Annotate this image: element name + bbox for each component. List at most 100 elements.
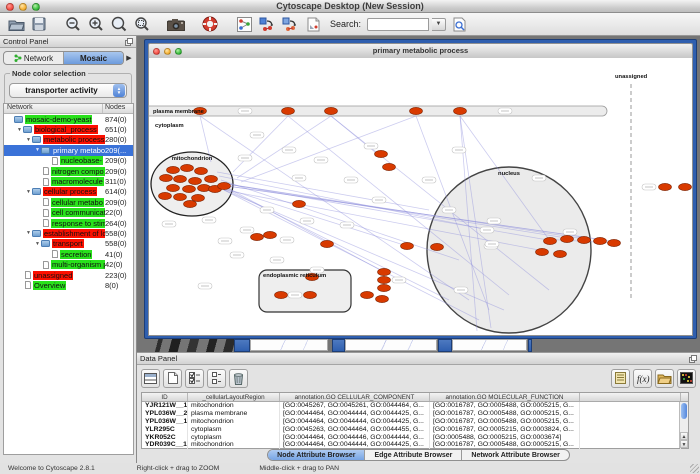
network-node[interactable] — [205, 175, 218, 182]
table-row[interactable]: YJR121W__1mitochondrion[GO:0045267, GO:0… — [142, 402, 688, 410]
unselect-attributes-button[interactable] — [207, 369, 226, 388]
tab-edge-attribute-browser[interactable]: Edge Attribute Browser — [365, 450, 462, 460]
network-node[interactable] — [304, 291, 317, 298]
plasma-membrane-region[interactable] — [149, 106, 607, 116]
network-node[interactable] — [251, 233, 264, 240]
annotation-button[interactable] — [303, 14, 323, 34]
background-window-edge[interactable] — [332, 339, 345, 352]
tree-row[interactable]: multi-organism pro42(0) — [4, 259, 133, 269]
tree-expander-icon[interactable]: ▼ — [16, 127, 23, 133]
network-node[interactable] — [174, 193, 187, 200]
background-window-edge[interactable] — [438, 339, 452, 352]
network-node[interactable] — [159, 192, 172, 199]
network-node[interactable] — [608, 239, 621, 246]
network-node[interactable] — [544, 237, 557, 244]
attribute-matrix-button[interactable] — [677, 369, 696, 388]
table-cell[interactable]: mitochondrion — [188, 418, 280, 426]
nucleus-region[interactable] — [427, 167, 591, 333]
table-column-header[interactable]: annotation.GO MOLECULAR_FUNCTION — [430, 393, 580, 401]
tab-node-attribute-browser[interactable]: Node Attribute Browser — [268, 450, 365, 460]
table-column-header[interactable]: annotation.GO CELLULAR_COMPONENT — [280, 393, 430, 401]
network-node[interactable] — [181, 164, 194, 171]
zoom-selected-button[interactable] — [109, 14, 129, 34]
tree-row[interactable]: secretion41(0) — [4, 249, 133, 259]
network-node[interactable] — [183, 185, 196, 192]
network-node[interactable] — [378, 268, 391, 275]
network-node[interactable] — [431, 243, 444, 250]
background-window-thumbnail[interactable] — [452, 339, 527, 351]
network-node[interactable] — [218, 182, 231, 189]
tree-row[interactable]: mosaic-demo-yeast874(0) — [4, 114, 133, 124]
tree-column-network[interactable]: Network — [4, 104, 103, 113]
network-node[interactable] — [264, 231, 277, 238]
table-cell[interactable]: [GO:0016787, GO:0005488, GO:0005215, G..… — [430, 402, 580, 410]
network-node[interactable] — [167, 166, 180, 173]
network-node[interactable] — [189, 177, 202, 184]
network-node[interactable] — [275, 291, 288, 298]
resize-grip[interactable] — [690, 464, 699, 473]
network-node[interactable] — [383, 163, 396, 170]
network-node[interactable] — [293, 200, 306, 207]
network-node[interactable] — [192, 194, 205, 201]
table-cell[interactable]: [GO:0044464, GO:0044444, GO:0044425, G..… — [280, 410, 430, 418]
tree-row[interactable]: macromolecule311(0) — [4, 176, 133, 186]
table-column-header[interactable]: _cellularLayoutRegion — [188, 393, 280, 401]
network-node[interactable] — [325, 107, 338, 114]
network-view-frame[interactable]: primary metabolic process plasma membran… — [144, 39, 697, 339]
network-node[interactable] — [536, 248, 549, 255]
table-cell[interactable] — [580, 410, 681, 418]
table-cell[interactable]: [GO:0045267, GO:0045261, GO:0044464, G..… — [280, 402, 430, 410]
table-cell[interactable]: plasma membrane — [188, 410, 280, 418]
scrollbar-thumb[interactable] — [681, 403, 687, 419]
table-cell[interactable]: [GO:0005488, GO:0005215, GO:0003674] — [430, 434, 580, 442]
network-node[interactable] — [401, 242, 414, 249]
network-node[interactable] — [378, 276, 391, 283]
network-view-titlebar[interactable]: primary metabolic process — [148, 43, 693, 58]
table-cell[interactable] — [580, 402, 681, 410]
enhanced-search-button[interactable] — [449, 14, 469, 34]
tree-row[interactable]: nucleobase-209(0) — [4, 156, 133, 166]
search-dropdown-button[interactable]: ▼ — [432, 18, 446, 31]
network-node[interactable] — [376, 295, 389, 302]
background-window-thumbnail[interactable] — [345, 339, 437, 351]
node-color-dropdown[interactable]: transporter activity ▲▼ — [9, 83, 127, 98]
network-edge[interactable] — [331, 116, 381, 157]
network-node[interactable] — [195, 167, 208, 174]
table-cell[interactable]: [GO:0016787, GO:0005215, GO:0003824, G..… — [430, 426, 580, 434]
tree-row[interactable]: ▼primary metabo209(... — [4, 145, 133, 155]
attribute-editor-button[interactable] — [611, 369, 630, 388]
background-window-thumbnail[interactable] — [250, 339, 328, 351]
network-node[interactable] — [659, 183, 672, 190]
destroy-view-button[interactable] — [280, 14, 300, 34]
tree-row[interactable]: ▼metabolic process280(0) — [4, 135, 133, 145]
network-node[interactable] — [361, 291, 374, 298]
network-node[interactable] — [554, 250, 567, 257]
table-vertical-scrollbar[interactable]: ▲ ▼ — [679, 402, 688, 448]
delete-attribute-button[interactable] — [229, 369, 248, 388]
zoom-out-button[interactable] — [63, 14, 83, 34]
tree-expander-icon[interactable]: ▼ — [25, 230, 32, 236]
tree-row[interactable]: ▼cellular process614(0) — [4, 187, 133, 197]
tree-expander-icon[interactable]: ▼ — [25, 189, 32, 195]
table-cell[interactable]: cytoplasm — [188, 426, 280, 434]
new-attribute-button[interactable] — [163, 369, 182, 388]
scroll-up-button[interactable]: ▲ — [680, 432, 688, 440]
network-node[interactable] — [184, 200, 197, 207]
tree-expander-icon[interactable]: ▼ — [34, 147, 41, 153]
tree-expander-icon[interactable]: ▼ — [34, 241, 41, 247]
table-cell[interactable]: YJR121W__1 — [142, 402, 188, 410]
network-node[interactable] — [167, 184, 180, 191]
table-cell[interactable]: YPL036W__1 — [142, 418, 188, 426]
table-cell[interactable]: YKR052C — [142, 434, 188, 442]
tree-expander-icon[interactable]: ▼ — [25, 137, 32, 143]
network-node[interactable] — [378, 284, 391, 291]
scroll-down-button[interactable]: ▼ — [680, 440, 688, 448]
float-panel-icon[interactable] — [689, 355, 697, 363]
network-overview-button[interactable] — [234, 14, 254, 34]
table-cell[interactable]: YLR295C — [142, 426, 188, 434]
network-node[interactable] — [410, 107, 423, 114]
tree-row[interactable]: ▼biological_process651(0) — [4, 124, 133, 134]
table-cell[interactable]: [GO:0045263, GO:0044464, GO:0044455, G..… — [280, 426, 430, 434]
network-node[interactable] — [160, 174, 173, 181]
table-cell[interactable]: YPL036W__2 — [142, 410, 188, 418]
